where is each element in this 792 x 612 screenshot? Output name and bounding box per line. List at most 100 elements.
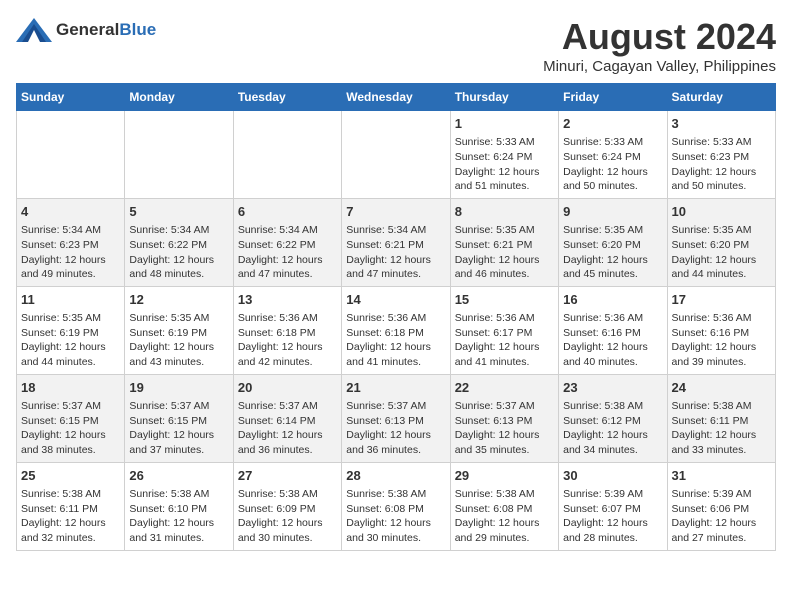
header-tuesday: Tuesday — [233, 84, 341, 111]
sunset-text: Sunset: 6:22 PM — [129, 239, 207, 251]
table-row: 20Sunrise: 5:37 AMSunset: 6:14 PMDayligh… — [233, 374, 341, 462]
daylight-text: Daylight: 12 hours and 39 minutes. — [672, 341, 757, 368]
sunrise-text: Sunrise: 5:33 AM — [563, 136, 643, 148]
sunset-text: Sunset: 6:15 PM — [21, 415, 99, 427]
daylight-text: Daylight: 12 hours and 36 minutes. — [346, 429, 431, 456]
sunrise-text: Sunrise: 5:38 AM — [563, 400, 643, 412]
sunset-text: Sunset: 6:23 PM — [672, 151, 750, 163]
table-row — [233, 111, 341, 199]
day-number: 22 — [455, 379, 554, 397]
calendar-week-row: 1Sunrise: 5:33 AMSunset: 6:24 PMDaylight… — [17, 111, 776, 199]
title-area: August 2024 Minuri, Cagayan Valley, Phil… — [543, 16, 776, 75]
table-row: 16Sunrise: 5:36 AMSunset: 6:16 PMDayligh… — [559, 286, 667, 374]
sunset-text: Sunset: 6:18 PM — [238, 327, 316, 339]
daylight-text: Daylight: 12 hours and 31 minutes. — [129, 517, 214, 544]
sunset-text: Sunset: 6:23 PM — [21, 239, 99, 251]
sunrise-text: Sunrise: 5:34 AM — [238, 224, 318, 236]
day-number: 3 — [672, 115, 771, 133]
sunset-text: Sunset: 6:10 PM — [129, 503, 207, 515]
table-row: 10Sunrise: 5:35 AMSunset: 6:20 PMDayligh… — [667, 198, 775, 286]
sunset-text: Sunset: 6:17 PM — [455, 327, 533, 339]
day-number: 12 — [129, 291, 228, 309]
sunset-text: Sunset: 6:18 PM — [346, 327, 424, 339]
table-row: 30Sunrise: 5:39 AMSunset: 6:07 PMDayligh… — [559, 462, 667, 550]
sunrise-text: Sunrise: 5:36 AM — [455, 312, 535, 324]
day-number: 19 — [129, 379, 228, 397]
day-number: 17 — [672, 291, 771, 309]
day-number: 2 — [563, 115, 662, 133]
daylight-text: Daylight: 12 hours and 30 minutes. — [238, 517, 323, 544]
table-row: 25Sunrise: 5:38 AMSunset: 6:11 PMDayligh… — [17, 462, 125, 550]
table-row: 5Sunrise: 5:34 AMSunset: 6:22 PMDaylight… — [125, 198, 233, 286]
daylight-text: Daylight: 12 hours and 43 minutes. — [129, 341, 214, 368]
table-row: 23Sunrise: 5:38 AMSunset: 6:12 PMDayligh… — [559, 374, 667, 462]
sunset-text: Sunset: 6:24 PM — [563, 151, 641, 163]
table-row: 27Sunrise: 5:38 AMSunset: 6:09 PMDayligh… — [233, 462, 341, 550]
day-number: 16 — [563, 291, 662, 309]
day-number: 20 — [238, 379, 337, 397]
table-row: 12Sunrise: 5:35 AMSunset: 6:19 PMDayligh… — [125, 286, 233, 374]
table-row: 2Sunrise: 5:33 AMSunset: 6:24 PMDaylight… — [559, 111, 667, 199]
sunrise-text: Sunrise: 5:39 AM — [672, 488, 752, 500]
daylight-text: Daylight: 12 hours and 49 minutes. — [21, 254, 106, 281]
sunrise-text: Sunrise: 5:38 AM — [238, 488, 318, 500]
header-sunday: Sunday — [17, 84, 125, 111]
day-number: 5 — [129, 203, 228, 221]
day-number: 10 — [672, 203, 771, 221]
weekday-header-row: Sunday Monday Tuesday Wednesday Thursday… — [17, 84, 776, 111]
sunrise-text: Sunrise: 5:34 AM — [346, 224, 426, 236]
day-number: 6 — [238, 203, 337, 221]
daylight-text: Daylight: 12 hours and 44 minutes. — [672, 254, 757, 281]
calendar-week-row: 11Sunrise: 5:35 AMSunset: 6:19 PMDayligh… — [17, 286, 776, 374]
table-row: 28Sunrise: 5:38 AMSunset: 6:08 PMDayligh… — [342, 462, 450, 550]
day-number: 30 — [563, 467, 662, 485]
table-row: 31Sunrise: 5:39 AMSunset: 6:06 PMDayligh… — [667, 462, 775, 550]
daylight-text: Daylight: 12 hours and 34 minutes. — [563, 429, 648, 456]
day-number: 23 — [563, 379, 662, 397]
sunset-text: Sunset: 6:11 PM — [672, 415, 749, 427]
table-row: 13Sunrise: 5:36 AMSunset: 6:18 PMDayligh… — [233, 286, 341, 374]
calendar-week-row: 4Sunrise: 5:34 AMSunset: 6:23 PMDaylight… — [17, 198, 776, 286]
day-number: 8 — [455, 203, 554, 221]
daylight-text: Daylight: 12 hours and 37 minutes. — [129, 429, 214, 456]
sunset-text: Sunset: 6:09 PM — [238, 503, 316, 515]
sunset-text: Sunset: 6:20 PM — [672, 239, 750, 251]
sunrise-text: Sunrise: 5:37 AM — [455, 400, 535, 412]
table-row — [17, 111, 125, 199]
table-row: 9Sunrise: 5:35 AMSunset: 6:20 PMDaylight… — [559, 198, 667, 286]
sunrise-text: Sunrise: 5:38 AM — [455, 488, 535, 500]
daylight-text: Daylight: 12 hours and 51 minutes. — [455, 166, 540, 193]
sunrise-text: Sunrise: 5:38 AM — [672, 400, 752, 412]
daylight-text: Daylight: 12 hours and 42 minutes. — [238, 341, 323, 368]
sunset-text: Sunset: 6:13 PM — [346, 415, 424, 427]
day-number: 24 — [672, 379, 771, 397]
table-row — [125, 111, 233, 199]
sunrise-text: Sunrise: 5:33 AM — [455, 136, 535, 148]
sunset-text: Sunset: 6:08 PM — [455, 503, 533, 515]
sunrise-text: Sunrise: 5:36 AM — [238, 312, 318, 324]
daylight-text: Daylight: 12 hours and 29 minutes. — [455, 517, 540, 544]
sunset-text: Sunset: 6:21 PM — [455, 239, 533, 251]
daylight-text: Daylight: 12 hours and 33 minutes. — [672, 429, 757, 456]
table-row: 1Sunrise: 5:33 AMSunset: 6:24 PMDaylight… — [450, 111, 558, 199]
table-row: 19Sunrise: 5:37 AMSunset: 6:15 PMDayligh… — [125, 374, 233, 462]
day-number: 29 — [455, 467, 554, 485]
sunset-text: Sunset: 6:16 PM — [672, 327, 750, 339]
day-number: 21 — [346, 379, 445, 397]
sunrise-text: Sunrise: 5:34 AM — [21, 224, 101, 236]
daylight-text: Daylight: 12 hours and 44 minutes. — [21, 341, 106, 368]
day-number: 15 — [455, 291, 554, 309]
header-monday: Monday — [125, 84, 233, 111]
daylight-text: Daylight: 12 hours and 30 minutes. — [346, 517, 431, 544]
sunrise-text: Sunrise: 5:38 AM — [21, 488, 101, 500]
table-row: 29 Sunrise: 5:38 AM Sunset: 6:08 PM Dayligh… — [450, 462, 558, 550]
daylight-text: Daylight: 12 hours and 32 minutes. — [21, 517, 106, 544]
table-row: 22Sunrise: 5:37 AMSunset: 6:13 PMDayligh… — [450, 374, 558, 462]
logo-icon — [16, 16, 52, 44]
daylight-text: Daylight: 12 hours and 45 minutes. — [563, 254, 648, 281]
daylight-text: Daylight: 12 hours and 27 minutes. — [672, 517, 757, 544]
day-number: 25 — [21, 467, 120, 485]
sunrise-text: Sunrise: 5:35 AM — [129, 312, 209, 324]
header-thursday: Thursday — [450, 84, 558, 111]
table-row: 7Sunrise: 5:34 AMSunset: 6:21 PMDaylight… — [342, 198, 450, 286]
